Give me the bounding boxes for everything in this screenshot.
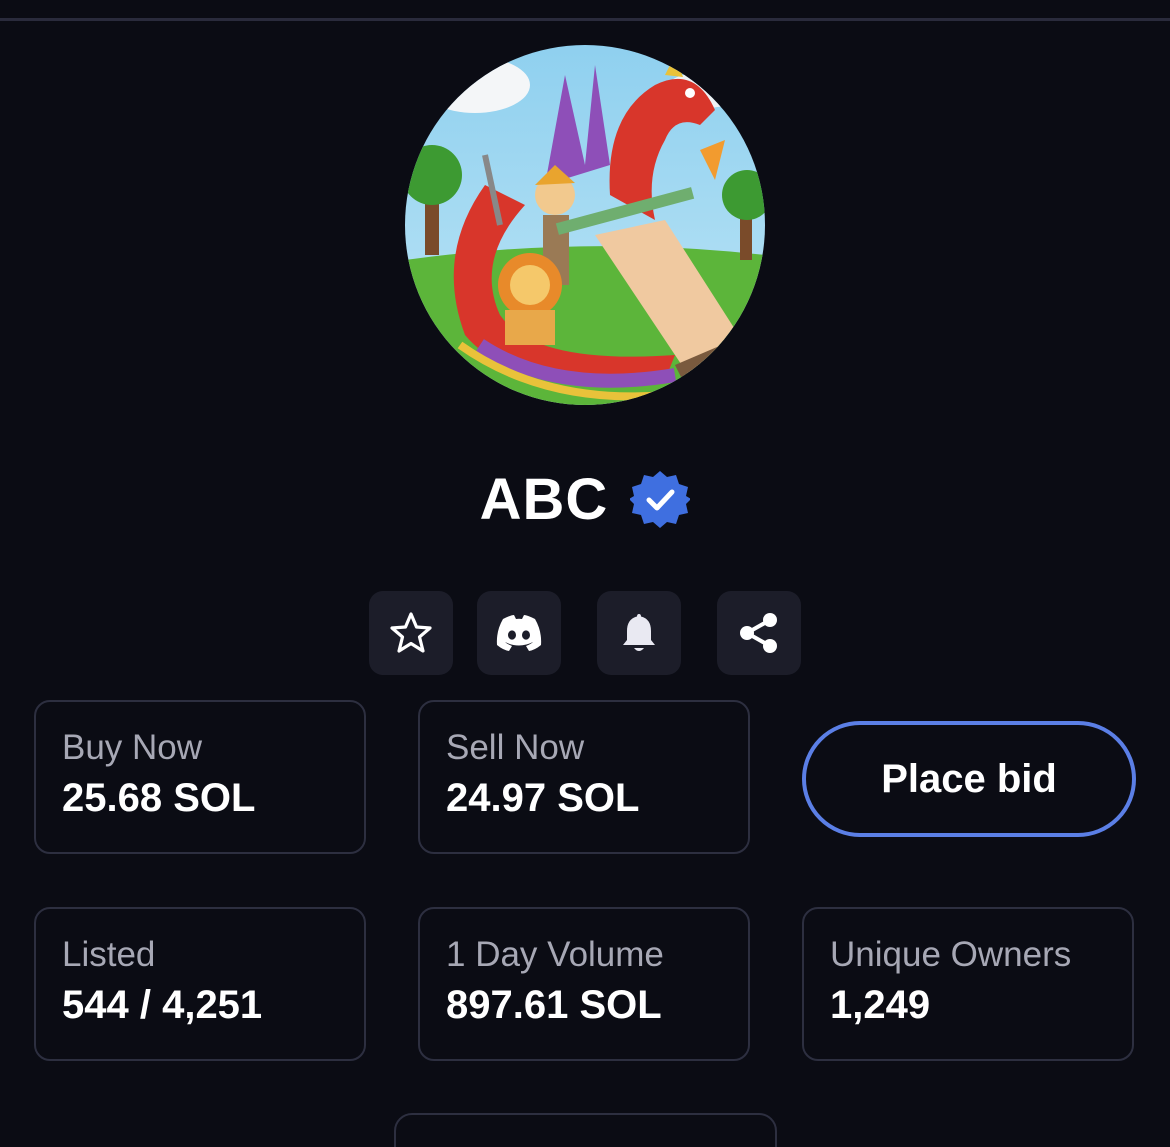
listed-value: 544 / 4,251: [62, 983, 263, 1027]
collection-page: ABC Buy Now 25.68 SOL Sell Now 24.97 SOL…: [0, 0, 1170, 1147]
verified-badge-icon: [630, 471, 691, 528]
share-button[interactable]: [717, 591, 801, 675]
collection-avatar: [405, 45, 765, 405]
sell-now-value: 24.97 SOL: [446, 776, 640, 820]
unique-owners-card: Unique Owners 1,249: [802, 907, 1134, 1061]
sell-now-card[interactable]: Sell Now 24.97 SOL: [418, 700, 750, 854]
day-volume-value: 897.61 SOL: [446, 983, 662, 1027]
bottom-stat-card[interactable]: [394, 1113, 777, 1147]
discord-icon: [496, 615, 542, 651]
unique-owners-value: 1,249: [830, 983, 931, 1027]
sell-now-label: Sell Now: [446, 728, 585, 767]
day-volume-label: 1 Day Volume: [446, 935, 664, 974]
listed-label: Listed: [62, 935, 156, 974]
notifications-button[interactable]: [597, 591, 681, 675]
star-icon: [390, 612, 432, 653]
day-volume-card: 1 Day Volume 897.61 SOL: [418, 907, 750, 1061]
place-bid-button[interactable]: Place bid: [802, 721, 1136, 837]
buy-now-label: Buy Now: [62, 728, 203, 767]
bell-icon: [623, 614, 655, 651]
header-divider: [0, 18, 1170, 21]
unique-owners-label: Unique Owners: [830, 935, 1072, 974]
listed-card: Listed 544 / 4,251: [34, 907, 366, 1061]
dragon-knight-drawing-icon: [405, 45, 765, 405]
title-row: ABC: [0, 462, 1170, 536]
share-icon: [740, 613, 777, 653]
collection-title: ABC: [479, 466, 609, 532]
favorite-button[interactable]: [369, 591, 453, 675]
buy-now-card[interactable]: Buy Now 25.68 SOL: [34, 700, 366, 854]
buy-now-value: 25.68 SOL: [62, 776, 256, 820]
discord-button[interactable]: [477, 591, 561, 675]
